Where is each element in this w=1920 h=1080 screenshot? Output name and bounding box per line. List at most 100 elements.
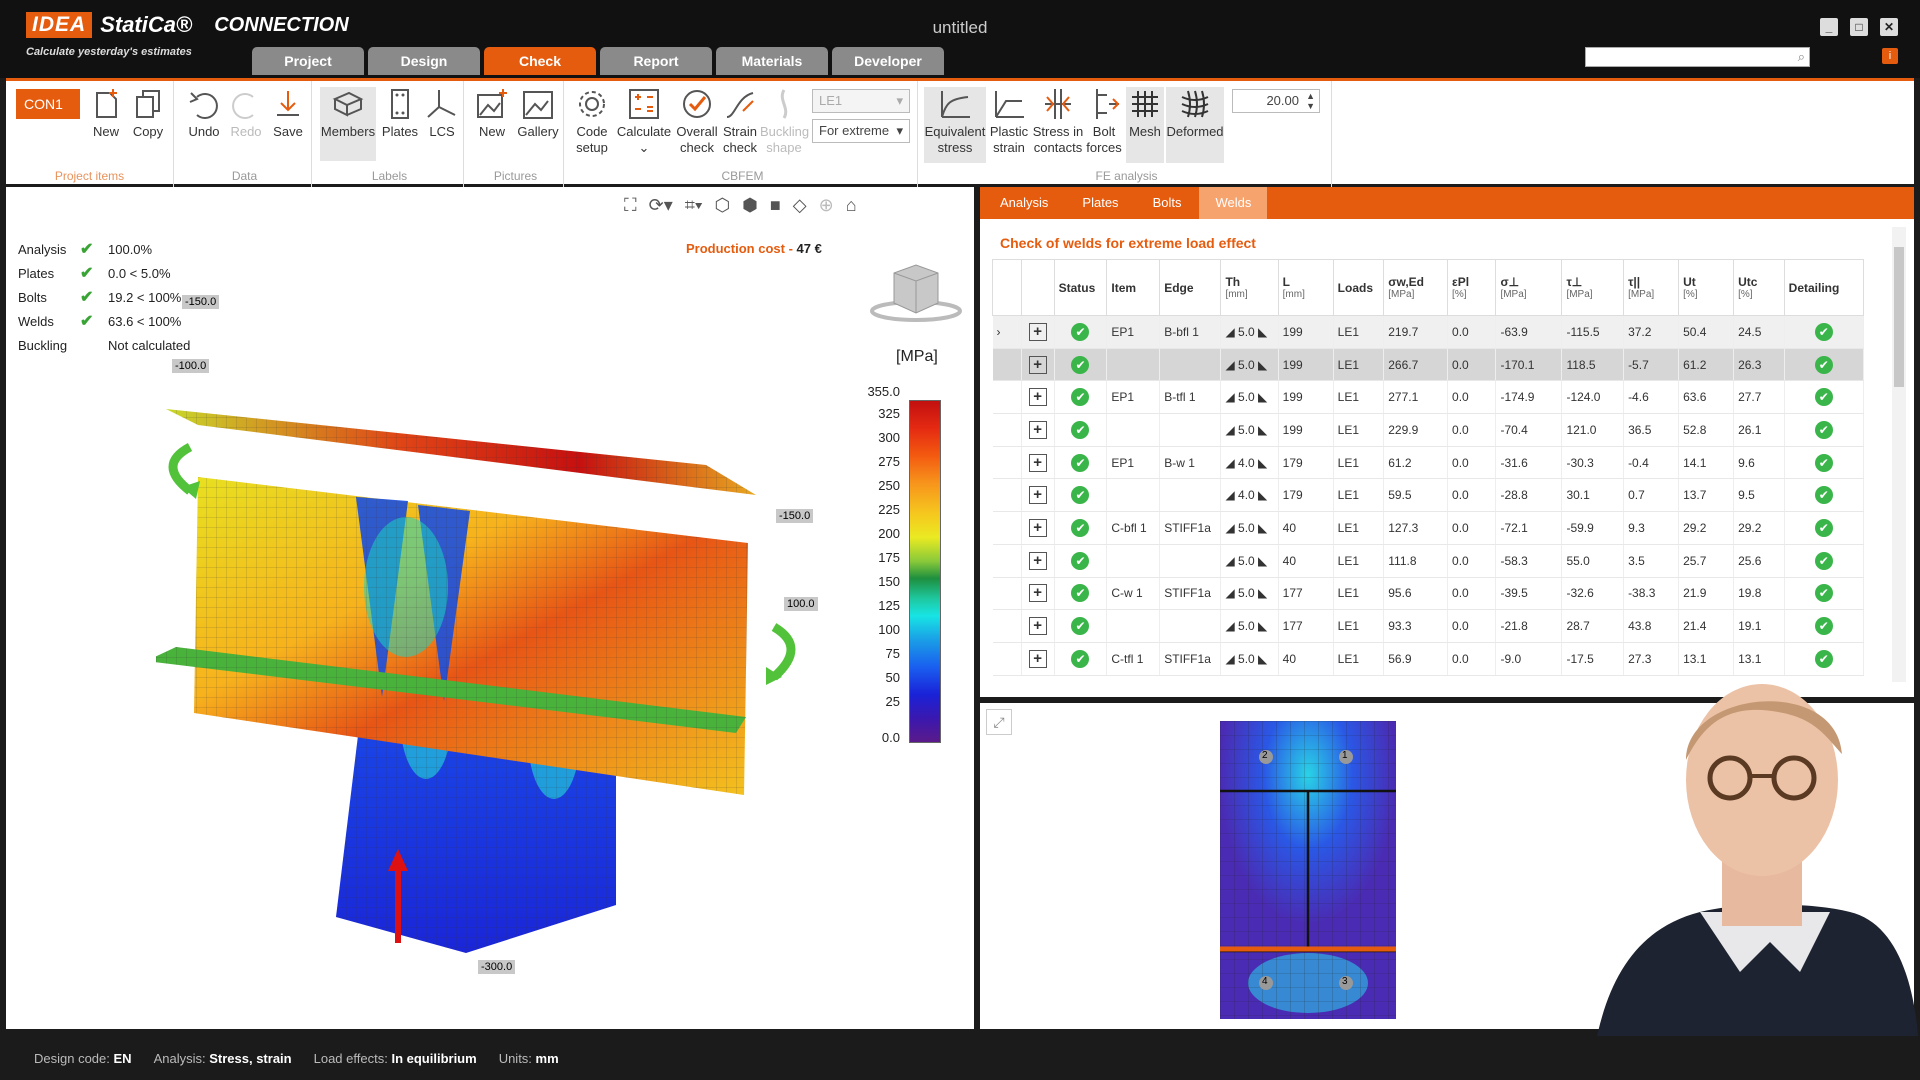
members-button[interactable]: Members xyxy=(320,87,376,161)
row-expander[interactable] xyxy=(992,348,1022,382)
row-add[interactable]: + xyxy=(1021,315,1055,349)
mirror-icon[interactable]: ⊕ xyxy=(819,195,834,216)
maximize-icon[interactable]: □ xyxy=(1850,18,1868,36)
lcs-button[interactable]: LCS xyxy=(422,87,462,140)
tab-plates[interactable]: Plates xyxy=(1066,187,1134,219)
tab-design[interactable]: Design xyxy=(368,47,480,75)
table-row[interactable]: + ✔ ◢ 5.0 ◣ 199 LE1 229.9 0.0 -70.4 121.0 36.5 52.… xyxy=(992,413,1865,447)
plus-icon[interactable]: + xyxy=(1028,649,1047,668)
plus-icon[interactable]: + xyxy=(1028,388,1047,407)
3d-viewport[interactable]: ⛶ ⟳▾ ⌗▾ ⬡ ⬢ ■ ◇ ⊕ ⌂ Analysis ✔ 100.0% Plat… xyxy=(6,187,974,1029)
view-cube[interactable] xyxy=(870,259,962,323)
plus-icon[interactable]: + xyxy=(1028,355,1047,374)
expand-icon[interactable]: ⤢ xyxy=(986,709,1012,735)
bolt-forces-button[interactable]: Bolt forces xyxy=(1084,87,1124,156)
row-expander[interactable] xyxy=(992,544,1022,578)
expand-row-icon[interactable]: › xyxy=(997,325,1001,339)
tab-project[interactable]: Project xyxy=(252,47,364,75)
overall-check-button[interactable]: Overall check xyxy=(674,87,720,156)
new-item-button[interactable]: New xyxy=(88,87,124,140)
table-row[interactable]: + ✔ ◢ 5.0 ◣ 177 LE1 93.3 0.0 -21.8 28.7 43.8 21.4 1… xyxy=(992,609,1865,643)
row-add[interactable]: + xyxy=(1021,642,1055,676)
row-add[interactable]: + xyxy=(1021,413,1055,447)
transparent-view-icon[interactable]: ⬢ xyxy=(742,195,758,216)
plus-icon[interactable]: + xyxy=(1028,617,1047,636)
row-expander[interactable] xyxy=(992,642,1022,676)
tab-welds[interactable]: Welds xyxy=(1199,187,1268,219)
search-input[interactable]: ⌕ xyxy=(1585,47,1810,67)
table-row[interactable]: + ✔ C-w 1 STIFF1a ◢ 5.0 ◣ 177 LE1 95.6 0.0 -39.5-… xyxy=(992,577,1865,611)
mesh-button[interactable]: Mesh xyxy=(1126,87,1164,163)
row-expander[interactable] xyxy=(992,609,1022,643)
home-view-icon[interactable]: ⌂ xyxy=(846,195,857,216)
row-expander[interactable] xyxy=(992,446,1022,480)
tab-bolts[interactable]: Bolts xyxy=(1137,187,1198,219)
plus-icon[interactable]: + xyxy=(1028,518,1047,537)
copy-item-button[interactable]: Copy xyxy=(128,87,168,140)
row-add[interactable]: + xyxy=(1021,348,1055,382)
row-add[interactable]: + xyxy=(1021,380,1055,415)
plus-icon[interactable]: + xyxy=(1028,420,1047,439)
plus-icon[interactable]: + xyxy=(1028,551,1047,570)
wireframe-view-icon[interactable]: ⬡ xyxy=(714,195,730,216)
plus-icon[interactable]: + xyxy=(1028,322,1047,341)
new-picture-button[interactable]: New xyxy=(472,87,512,140)
tab-check[interactable]: Check xyxy=(484,47,596,75)
tab-report[interactable]: Report xyxy=(600,47,712,75)
scrollbar-thumb[interactable] xyxy=(1894,247,1904,387)
spinner-icon[interactable]: ▲ ▼ xyxy=(1306,91,1315,111)
row-expander[interactable] xyxy=(992,478,1022,513)
equivalent-stress-button[interactable]: Equivalent stress xyxy=(924,87,986,163)
table-scrollbar[interactable] xyxy=(1892,227,1906,682)
stress-contacts-button[interactable]: Stress in contacts xyxy=(1032,87,1084,156)
tab-analysis[interactable]: Analysis xyxy=(984,187,1064,219)
table-row[interactable]: + ✔ ◢ 4.0 ◣ 179 LE1 59.5 0.0 -28.8 30.1 0.7 13.7 9.… xyxy=(992,478,1865,513)
rotate-icon[interactable]: ⟳▾ xyxy=(649,195,673,216)
plus-icon[interactable]: + xyxy=(1028,486,1047,505)
table-row[interactable]: › + ✔ EP1 B-bfl 1 ◢ 5.0 ◣ 199 LE1 219.7 0.0 -63.9-… xyxy=(992,315,1865,349)
table-row[interactable]: + ✔ ◢ 5.0 ◣ 199 LE1 266.7 0.0 -170.1 118.5 -5.7 61… xyxy=(992,348,1865,382)
section-view-icon[interactable]: ◇ xyxy=(793,195,807,216)
table-row[interactable]: + ✔ ◢ 5.0 ◣ 40 LE1 111.8 0.0 -58.3 55.0 3.5 25.7 25… xyxy=(992,544,1865,578)
minimize-icon[interactable]: _ xyxy=(1820,18,1838,36)
row-expander[interactable] xyxy=(992,577,1022,611)
gallery-button[interactable]: Gallery xyxy=(516,87,560,140)
strain-check-button[interactable]: Strain check xyxy=(720,87,760,156)
row-add[interactable]: + xyxy=(1021,446,1055,480)
row-expander[interactable] xyxy=(992,380,1022,415)
row-expander[interactable]: › xyxy=(992,315,1022,349)
info-icon[interactable]: i xyxy=(1882,48,1898,64)
load-effect-dropdown[interactable]: LE1 ▾ xyxy=(812,89,910,113)
deformed-button[interactable]: Deformed xyxy=(1166,87,1224,163)
redo-button[interactable]: Redo xyxy=(228,87,264,140)
table-row[interactable]: + ✔ EP1 B-tfl 1 ◢ 5.0 ◣ 199 LE1 277.1 0.0 -174.9-… xyxy=(992,380,1865,415)
row-add[interactable]: + xyxy=(1021,478,1055,513)
table-row[interactable]: + ✔ C-bfl 1 STIFF1a ◢ 5.0 ◣ 40 LE1 127.3 0.0 -72.… xyxy=(992,511,1865,545)
tab-materials[interactable]: Materials xyxy=(716,47,828,75)
row-expander[interactable] xyxy=(992,413,1022,447)
code-setup-button[interactable]: Code setup xyxy=(570,87,614,156)
plastic-strain-button[interactable]: Plastic strain xyxy=(988,87,1030,156)
plates-button[interactable]: Plates xyxy=(380,87,420,140)
solid-view-icon[interactable]: ■ xyxy=(770,195,781,216)
extreme-dropdown[interactable]: For extreme ▾ xyxy=(812,119,910,143)
table-row[interactable]: + ✔ EP1 B-w 1 ◢ 4.0 ◣ 179 LE1 61.2 0.0 -31.6 -30.3… xyxy=(992,446,1865,480)
connection-selector[interactable]: CON1 xyxy=(16,89,80,119)
close-icon[interactable]: ✕ xyxy=(1880,18,1898,36)
row-expander[interactable] xyxy=(992,511,1022,545)
row-add[interactable]: + xyxy=(1021,511,1055,545)
buckling-shape-button[interactable]: Buckling shape xyxy=(760,87,809,156)
plus-icon[interactable]: + xyxy=(1028,453,1047,472)
fe-stress-model[interactable] xyxy=(156,297,796,1007)
tab-developer[interactable]: Developer xyxy=(832,47,944,75)
row-add[interactable]: + xyxy=(1021,544,1055,578)
row-add[interactable]: + xyxy=(1021,577,1055,611)
zoom-extents-icon[interactable]: ⛶ xyxy=(624,195,637,216)
undo-button[interactable]: Undo xyxy=(184,87,224,140)
row-add[interactable]: + xyxy=(1021,609,1055,643)
deformation-scale-input[interactable]: 20.00 ▲ ▼ xyxy=(1232,89,1320,113)
save-button[interactable]: Save xyxy=(268,87,308,140)
plus-icon[interactable]: + xyxy=(1028,584,1047,603)
calculate-button[interactable]: Calculate ⌄ xyxy=(616,87,672,156)
crop-icon[interactable]: ⌗▾ xyxy=(685,195,703,216)
